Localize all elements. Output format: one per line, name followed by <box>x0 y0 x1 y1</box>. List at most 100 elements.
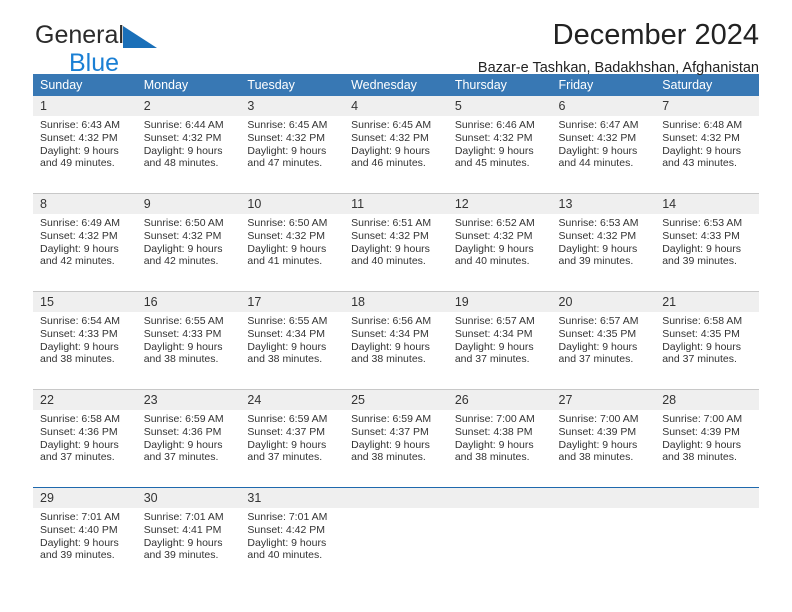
sunrise-text: Sunrise: 6:57 AM <box>558 315 639 327</box>
day-number-row: 22 23 24 25 26 27 28 <box>33 390 759 410</box>
day-number[interactable]: 22 <box>33 390 137 410</box>
day-cell: Sunrise: 6:46 AM Sunset: 4:32 PM Dayligh… <box>447 116 552 193</box>
day-cell: Sunrise: 6:55 AM Sunset: 4:34 PM Dayligh… <box>240 312 345 389</box>
sunrise-text: Sunrise: 7:00 AM <box>558 413 639 425</box>
day-number[interactable]: 11 <box>344 194 448 214</box>
day-cell: Sunrise: 6:57 AM Sunset: 4:34 PM Dayligh… <box>447 312 552 389</box>
day-cell: Sunrise: 7:00 AM Sunset: 4:39 PM Dayligh… <box>655 410 759 487</box>
day-number[interactable]: 30 <box>136 488 241 508</box>
daylight-text-line2: and 42 minutes. <box>40 255 115 268</box>
sunrise-text: Sunrise: 6:54 AM <box>40 315 120 327</box>
day-cell: Sunrise: 6:53 AM Sunset: 4:33 PM Dayligh… <box>655 214 759 291</box>
day-number[interactable]: 21 <box>655 292 759 312</box>
sunset-text: Sunset: 4:35 PM <box>558 327 637 340</box>
daylight-text-line2: and 38 minutes. <box>662 451 737 464</box>
day-number[interactable]: 18 <box>344 292 448 312</box>
daylight-text-line1: Daylight: 9 hours <box>143 144 223 157</box>
sunset-text: Sunset: 4:32 PM <box>351 229 429 242</box>
day-number-row: 1 2 3 4 5 6 7 <box>33 96 759 116</box>
sunset-text: Sunset: 4:32 PM <box>247 131 326 144</box>
day-cell: Sunrise: 6:58 AM Sunset: 4:36 PM Dayligh… <box>33 410 137 487</box>
day-number[interactable]: 15 <box>33 292 137 312</box>
sunset-text: Sunset: 4:36 PM <box>40 425 118 438</box>
logo-text-general: General <box>35 21 124 49</box>
sunrise-text: Sunrise: 6:50 AM <box>143 217 224 229</box>
sunrise-text: Sunrise: 6:55 AM <box>143 315 224 327</box>
day-cell: Sunrise: 6:48 AM Sunset: 4:32 PM Dayligh… <box>655 116 759 193</box>
day-cell: Sunrise: 6:53 AM Sunset: 4:32 PM Dayligh… <box>551 214 656 291</box>
day-number[interactable]: 26 <box>447 390 552 410</box>
day-detail-row: Sunrise: 7:01 AM Sunset: 4:40 PM Dayligh… <box>33 508 759 585</box>
day-number[interactable]: 24 <box>240 390 345 410</box>
location-subtitle: Bazar-e Tashkan, Badakhshan, Afghanistan <box>477 60 759 76</box>
day-number[interactable]: 16 <box>136 292 241 312</box>
day-number[interactable]: 20 <box>551 292 656 312</box>
day-cell: Sunrise: 6:51 AM Sunset: 4:32 PM Dayligh… <box>344 214 448 291</box>
daylight-text-line1: Daylight: 9 hours <box>351 144 430 157</box>
daylight-text-line2: and 42 minutes. <box>143 255 219 268</box>
day-cell: Sunrise: 6:57 AM Sunset: 4:35 PM Dayligh… <box>551 312 656 389</box>
sunset-text: Sunset: 4:32 PM <box>558 229 637 242</box>
general-blue-logo[interactable]: General Blue <box>35 21 235 76</box>
day-cell: Sunrise: 7:00 AM Sunset: 4:39 PM Dayligh… <box>551 410 656 487</box>
day-number[interactable]: 5 <box>447 96 552 116</box>
weekday-header-wednesday: Wednesday <box>344 74 448 96</box>
daylight-text-line2: and 38 minutes. <box>351 451 426 464</box>
day-cell: Sunrise: 6:52 AM Sunset: 4:32 PM Dayligh… <box>447 214 552 291</box>
day-number[interactable]: 1 <box>33 96 137 116</box>
sunrise-text: Sunrise: 6:53 AM <box>662 217 743 229</box>
daylight-text-line2: and 39 minutes. <box>558 255 634 268</box>
daylight-text-line2: and 37 minutes. <box>558 353 634 366</box>
sunrise-text: Sunrise: 6:49 AM <box>40 217 120 229</box>
day-number[interactable]: 7 <box>655 96 759 116</box>
daylight-text-line1: Daylight: 9 hours <box>247 144 327 157</box>
calendar-body: 1 2 3 4 5 6 7 Sunrise: 6:43 AM Sunset: 4… <box>33 96 759 585</box>
day-number[interactable]: 27 <box>551 390 656 410</box>
day-number[interactable]: 4 <box>344 96 448 116</box>
sunset-text: Sunset: 4:42 PM <box>247 523 326 536</box>
sunrise-text: Sunrise: 6:43 AM <box>40 119 120 131</box>
daylight-text-line2: and 38 minutes. <box>143 353 219 366</box>
day-cell: Sunrise: 6:45 AM Sunset: 4:32 PM Dayligh… <box>240 116 345 193</box>
day-number[interactable]: 17 <box>240 292 345 312</box>
daylight-text-line1: Daylight: 9 hours <box>143 242 223 255</box>
day-number[interactable]: 8 <box>33 194 137 214</box>
day-detail-row: Sunrise: 6:58 AM Sunset: 4:36 PM Dayligh… <box>33 410 759 487</box>
daylight-text-line2: and 46 minutes. <box>351 157 426 170</box>
day-number[interactable]: 12 <box>447 194 552 214</box>
day-number[interactable]: 23 <box>136 390 241 410</box>
day-number[interactable]: 9 <box>136 194 241 214</box>
sunrise-text: Sunrise: 7:00 AM <box>454 413 535 425</box>
sunset-text: Sunset: 4:32 PM <box>40 229 118 242</box>
day-detail-row: Sunrise: 6:43 AM Sunset: 4:32 PM Dayligh… <box>33 116 759 193</box>
day-cell-empty <box>344 508 448 585</box>
day-number[interactable]: 6 <box>551 96 656 116</box>
daylight-text-line2: and 49 minutes. <box>40 157 115 170</box>
daylight-text-line1: Daylight: 9 hours <box>558 242 638 255</box>
day-number[interactable]: 13 <box>551 194 656 214</box>
sunrise-text: Sunrise: 7:00 AM <box>662 413 743 425</box>
sunrise-text: Sunrise: 7:01 AM <box>143 511 224 523</box>
day-number[interactable]: 2 <box>136 96 241 116</box>
day-number-row: 29 30 31 <box>33 488 759 508</box>
daylight-text-line1: Daylight: 9 hours <box>247 536 327 549</box>
sunrise-text: Sunrise: 6:45 AM <box>247 119 328 131</box>
day-number[interactable]: 28 <box>655 390 759 410</box>
daylight-text-line2: and 39 minutes. <box>143 549 219 562</box>
daylight-text-line1: Daylight: 9 hours <box>40 536 119 549</box>
sunrise-text: Sunrise: 6:55 AM <box>247 315 328 327</box>
day-number[interactable]: 10 <box>240 194 345 214</box>
day-detail-row: Sunrise: 6:54 AM Sunset: 4:33 PM Dayligh… <box>33 312 759 389</box>
daylight-text-line2: and 40 minutes. <box>247 549 323 562</box>
sunset-text: Sunset: 4:32 PM <box>247 229 326 242</box>
day-number[interactable]: 14 <box>655 194 759 214</box>
day-number[interactable]: 3 <box>240 96 345 116</box>
day-number[interactable]: 19 <box>447 292 552 312</box>
day-number[interactable]: 31 <box>240 488 345 508</box>
sunset-text: Sunset: 4:33 PM <box>40 327 118 340</box>
daylight-text-line1: Daylight: 9 hours <box>662 144 742 157</box>
day-number[interactable]: 25 <box>344 390 448 410</box>
sunrise-text: Sunrise: 6:44 AM <box>143 119 224 131</box>
daylight-text-line1: Daylight: 9 hours <box>143 536 223 549</box>
day-number[interactable]: 29 <box>33 488 137 508</box>
